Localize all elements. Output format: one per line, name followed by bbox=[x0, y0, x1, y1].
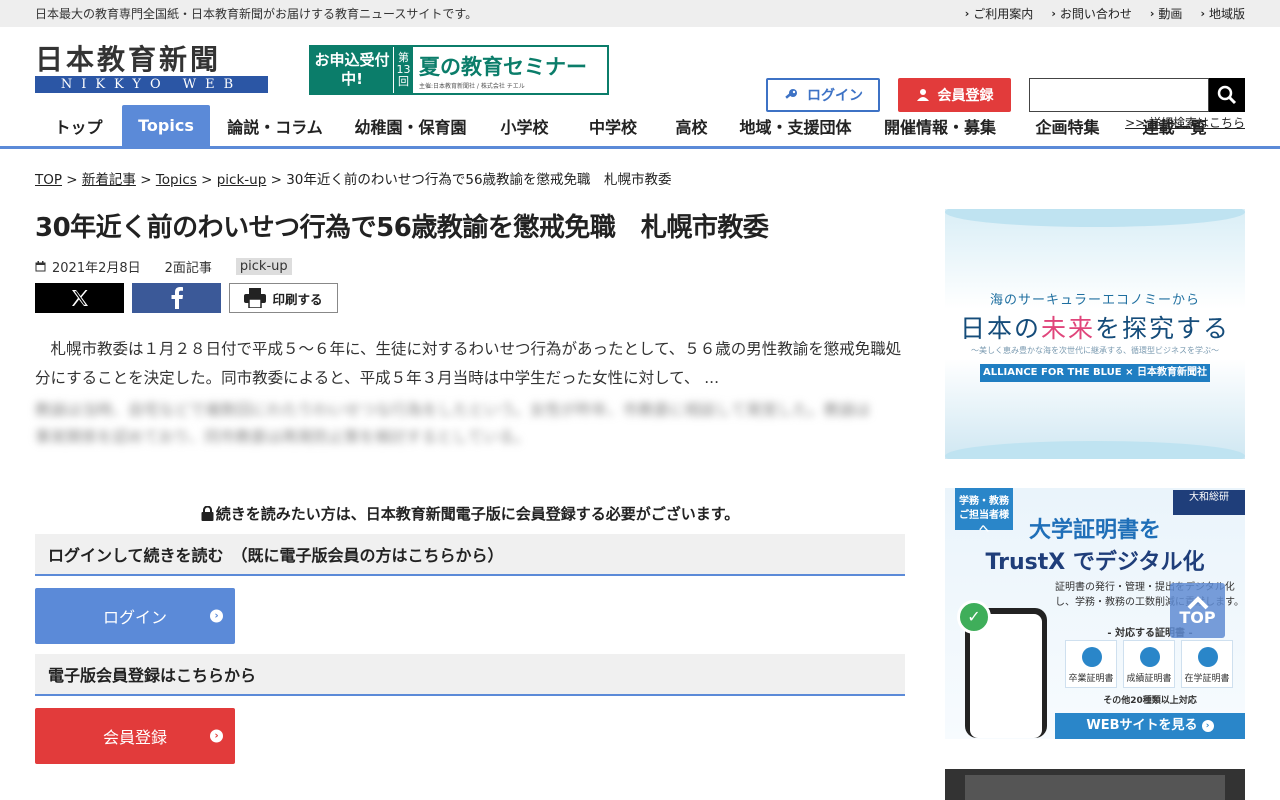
x-logo-icon bbox=[71, 290, 88, 306]
ad-ocean-subtitle: 海のサーキュラーエコノミーから bbox=[989, 293, 1200, 308]
banner-title: の教育セミナー bbox=[440, 54, 587, 79]
wave-decoration bbox=[945, 441, 1245, 459]
ad-trustx-web-button[interactable]: WEBサイトを見る › bbox=[1055, 713, 1245, 739]
chevron-right-icon: › bbox=[1200, 7, 1205, 20]
site-tagline: 日本最大の教育専門全国紙・日本教育新聞がお届けする教育ニュースサイトです。 bbox=[35, 7, 478, 21]
article-title: 30年近く前のわいせつ行為で56歳教諭を懲戒免職 札幌市教委 bbox=[35, 213, 769, 243]
site-header: 日本教育新聞 NIKKYO WEB お申込受付中! 第13回 夏の教育セミナー … bbox=[0, 27, 1280, 130]
ad-trustx-heading2: TrustX でデジタル化 bbox=[985, 550, 1205, 575]
article-meta: 2021年2月8日 2面記事 pick-up bbox=[35, 256, 905, 276]
nav-kindergarten[interactable]: 幼稚園・保育園 bbox=[340, 105, 481, 146]
link-guide[interactable]: › ご利用案内 bbox=[965, 5, 1034, 22]
back-to-top-button[interactable]: TOP bbox=[1170, 583, 1225, 638]
print-button[interactable]: 印刷する bbox=[229, 283, 338, 313]
banner-edition: 第13回 bbox=[393, 47, 413, 93]
breadcrumb-news[interactable]: 新着記事 bbox=[82, 172, 136, 188]
link-contact[interactable]: › お問い合わせ bbox=[1051, 5, 1132, 22]
sidebar-ad-photo[interactable] bbox=[945, 769, 1245, 800]
paywall-register-button[interactable]: 会員登録 › bbox=[35, 708, 235, 764]
ad-ocean-alliance: ALLIANCE FOR THE BLUE × 日本教育新聞社 bbox=[980, 364, 1210, 382]
logo-text: 日本教育新聞 bbox=[35, 43, 222, 76]
nav-top[interactable]: トップ bbox=[35, 105, 122, 146]
article-page: 2面記事 bbox=[164, 260, 212, 276]
link-video[interactable]: › 動画 bbox=[1150, 5, 1183, 22]
paywall-login-button[interactable]: ログイン › bbox=[35, 588, 235, 644]
login-section-heading: ログインして続きを読む （既に電子版会員の方はこちらから） bbox=[35, 534, 905, 576]
article-tag[interactable]: pick-up bbox=[235, 257, 292, 275]
chevron-right-icon: › bbox=[1149, 7, 1155, 20]
logo-subtitle: NIKKYO WEB bbox=[35, 76, 268, 93]
breadcrumb-current: 30年近く前のわいせつ行為で56歳教諭を懲戒免職 札幌市教委 bbox=[286, 172, 672, 188]
nav-elementary[interactable]: 小学校 bbox=[481, 105, 568, 146]
ad-ocean-title: 日本の未来を探究する bbox=[959, 314, 1231, 343]
banner-footer: 主催:日本教育新聞社 / 株式会社 チエル bbox=[419, 82, 525, 90]
wave-decoration bbox=[945, 209, 1245, 227]
nav-high-school[interactable]: 高校 bbox=[658, 105, 725, 146]
facebook-icon bbox=[171, 287, 183, 309]
nav-editorial[interactable]: 論説・コラム bbox=[210, 105, 340, 146]
chevron-right-icon: › bbox=[210, 729, 223, 743]
user-icon bbox=[916, 89, 929, 101]
banner-title-kanji: 夏 bbox=[419, 54, 440, 79]
article-blurred-text: 教諭は当時、自宅などで複数回にわたりわいせつな行為をしたという。女性が昨年、市教… bbox=[35, 401, 871, 446]
breadcrumb-top[interactable]: TOP bbox=[35, 172, 62, 188]
search-icon bbox=[1217, 85, 1237, 105]
cert-grades: 成績証明書 bbox=[1123, 640, 1175, 688]
register-section-heading: 電子版会員登録はこちらから bbox=[35, 654, 905, 696]
article: 30年近く前のわいせつ行為で56歳教諭を懲戒免職 札幌市教委 2021年2月8日… bbox=[35, 208, 905, 764]
cert-enrollment: 在学証明書 bbox=[1181, 640, 1233, 688]
article-lead: 札幌市教委は１月２８日付で平成５～６年に、生徒に対するわいせつ行為があったとして… bbox=[35, 340, 902, 387]
link-regional[interactable]: › 地域版 bbox=[1200, 5, 1245, 22]
banner-apply-label: お申込受付中! bbox=[311, 47, 393, 93]
cert-graduation: 卒業証明書 bbox=[1065, 640, 1117, 688]
printer-icon bbox=[244, 288, 267, 308]
article-date: 2021年2月8日 bbox=[52, 260, 141, 276]
calendar-icon bbox=[35, 260, 46, 271]
ad-trustx-other: その他20種類以上対応 bbox=[1103, 696, 1197, 706]
breadcrumb-topics[interactable]: Topics bbox=[156, 172, 197, 188]
share-x-button[interactable] bbox=[35, 283, 124, 313]
ad-trustx-heading: 大学証明書を bbox=[1028, 518, 1161, 543]
lock-icon bbox=[201, 506, 214, 521]
nav-topics[interactable]: Topics bbox=[122, 105, 210, 146]
sidebar-ad-ocean[interactable]: 海のサーキュラーエコノミーから 日本の未来を探究する ～美しく恵み豊かな海を次世… bbox=[945, 209, 1245, 459]
share-facebook-button[interactable] bbox=[132, 283, 221, 313]
ad-ocean-caption: ～美しく恵み豊かな海を次世代に継承する、循環型ビジネスを学ぶ～ bbox=[971, 346, 1219, 355]
paywall-note: 続きを読みたい方は、日本教育新聞電子版に会員登録する必要がございます。 bbox=[35, 503, 905, 524]
chevron-right-icon: › bbox=[1201, 719, 1214, 732]
ad-trustx-certs: 卒業証明書 成績証明書 在学証明書 bbox=[1065, 640, 1233, 688]
chevron-right-icon: › bbox=[210, 609, 223, 623]
check-icon: ✓ bbox=[957, 600, 991, 634]
nav-series[interactable]: 連載一覧 bbox=[1121, 105, 1228, 146]
nav-regional[interactable]: 地域・支援団体 bbox=[725, 105, 866, 146]
seminar-banner[interactable]: お申込受付中! 第13回 夏の教育セミナー 主催:日本教育新聞社 / 株式会社 … bbox=[309, 45, 609, 95]
chevron-right-icon: › bbox=[1051, 7, 1056, 20]
breadcrumb-pickup[interactable]: pick-up bbox=[217, 172, 267, 188]
share-buttons: 印刷する bbox=[35, 283, 905, 313]
nav-events[interactable]: 開催情報・募集 bbox=[866, 105, 1014, 146]
breadcrumb: TOP > 新着記事 > Topics > pick-up > 30年近く前のわ… bbox=[35, 172, 672, 188]
utility-links: › ご利用案内 › お問い合わせ › 動画 › 地域版 bbox=[965, 5, 1245, 22]
chevron-right-icon: › bbox=[964, 7, 970, 20]
key-icon bbox=[785, 89, 797, 99]
nav-junior-high[interactable]: 中学校 bbox=[568, 105, 658, 146]
nav-features[interactable]: 企画特集 bbox=[1014, 105, 1121, 146]
top-bar: 日本最大の教育専門全国紙・日本教育新聞がお届けする教育ニュースサイトです。 › ご… bbox=[0, 0, 1280, 27]
main-nav: トップ Topics 論説・コラム 幼稚園・保育園 小学校 中学校 高校 地域・… bbox=[0, 105, 1280, 149]
site-logo[interactable]: 日本教育新聞 NIKKYO WEB bbox=[35, 46, 270, 93]
